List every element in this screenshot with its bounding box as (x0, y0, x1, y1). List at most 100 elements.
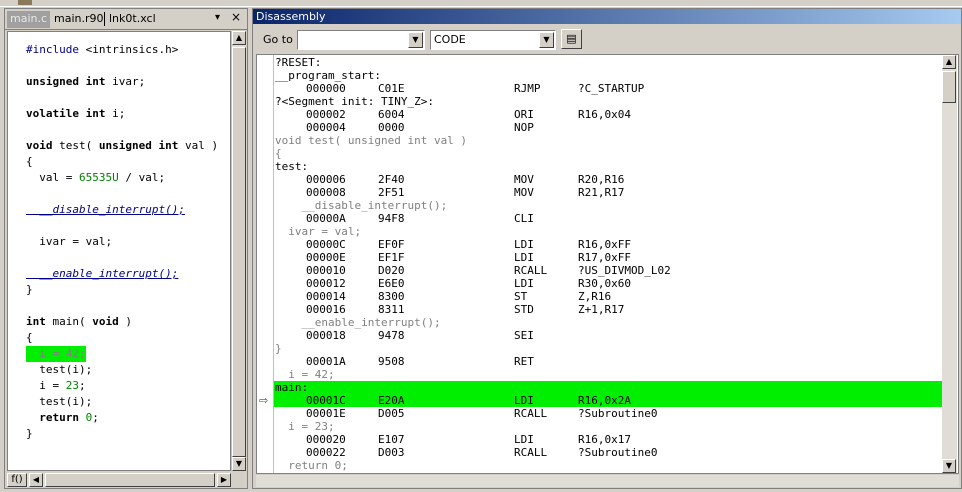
opcode-hex: EF1F (378, 251, 405, 264)
code-line: } (26, 427, 33, 440)
address: 00001A (306, 355, 346, 368)
label-line[interactable]: __program_start: (274, 69, 942, 82)
hscroll-thumb[interactable] (45, 473, 215, 487)
mnemonic: RET (514, 355, 534, 368)
code-line: unsigned int ivar; (26, 75, 146, 88)
instruction-row[interactable]: 000022 D003 RCALL ?Subroutine0 (274, 446, 942, 459)
mnemonic: SEI (514, 329, 534, 342)
instruction-row[interactable]: 000006 2F40 MOV R20,R16 (274, 173, 942, 186)
operands: ?C_STARTUP (578, 82, 645, 95)
instruction-row[interactable]: 000012 E6E0 LDI R30,0x60 (274, 277, 942, 290)
opcode-hex: D003 (378, 446, 405, 459)
disassembly-horizontal-scrollbar[interactable] (256, 475, 959, 487)
memory-zone-value: CODE (434, 33, 466, 46)
operands: Z,R16 (578, 290, 612, 303)
breakpoint-gutter[interactable] (257, 55, 274, 473)
top-toolbar-strip (0, 0, 962, 7)
source-line[interactable]: void test( unsigned int val ) (274, 134, 942, 147)
mnemonic: RCALL (514, 407, 548, 420)
chevron-down-icon[interactable]: ▼ (408, 32, 423, 48)
memory-zone-select[interactable]: CODE ▼ (430, 30, 556, 50)
mnemonic: RCALL (514, 446, 548, 459)
source-text: { (275, 147, 282, 160)
editor-horizontal-scrollbar[interactable]: f() ◀ ▶ (7, 473, 231, 487)
scroll-thumb[interactable] (942, 71, 956, 103)
source-text: return 0; (275, 459, 348, 472)
source-line[interactable]: ivar = val; (274, 225, 942, 238)
code-line: } (26, 283, 33, 296)
opcode-hex: 6004 (378, 108, 405, 121)
chevron-down-icon[interactable]: ▼ (539, 32, 554, 48)
close-icon[interactable]: × (231, 10, 241, 24)
address: 000008 (306, 186, 346, 199)
disassembly-listing[interactable]: ?RESET: __program_start: 000000 C01E RJMP ?C_… (256, 54, 959, 474)
document-icon[interactable]: ▤ (561, 29, 582, 49)
mnemonic: NOP (514, 121, 534, 134)
instruction-row[interactable]: 000002 6004 ORI R16,0x04 (274, 108, 942, 121)
toolbar-icon[interactable] (18, 0, 32, 5)
label-line[interactable]: ?<Segment init: TINY_Z>: (274, 95, 942, 108)
code-line: volatile int i; (26, 107, 126, 120)
label-line[interactable]: ?RESET: (274, 56, 942, 69)
scroll-right-icon[interactable]: ▶ (217, 473, 231, 487)
scroll-thumb[interactable] (232, 47, 246, 457)
label-text: __program_start: (275, 69, 381, 82)
label-text: test: (275, 160, 309, 173)
instruction-row[interactable]: 000010 D020 RCALL ?US_DIVMOD_L02 (274, 264, 942, 277)
code-line: { (26, 155, 33, 168)
tab-main-r90[interactable]: main.r90 (51, 11, 107, 28)
tab-separator (104, 12, 105, 26)
instruction-row[interactable]: 00001C E20A LDI R16,0x2A (274, 394, 942, 407)
instruction-row[interactable]: 000014 8300 ST Z,R16 (274, 290, 942, 303)
tab-main-c[interactable]: main.c (7, 11, 51, 28)
scroll-left-icon[interactable]: ◀ (29, 473, 43, 487)
instruction-row[interactable]: 000020 E107 LDI R16,0x17 (274, 433, 942, 446)
source-line[interactable]: i = 42; (274, 368, 942, 381)
scroll-up-icon[interactable]: ▲ (232, 31, 246, 45)
operands: R16,0x17 (578, 433, 631, 446)
label-line[interactable]: test: (274, 160, 942, 173)
address: 000006 (306, 173, 346, 186)
instruction-row[interactable]: 00000E EF1F LDI R17,0xFF (274, 251, 942, 264)
function-list-button[interactable]: f() (7, 473, 27, 487)
editor-vertical-scrollbar[interactable]: ▲ ▼ (231, 31, 246, 471)
operands: R21,R17 (578, 186, 625, 199)
address: 000020 (306, 433, 346, 446)
address: 000022 (306, 446, 346, 459)
mnemonic: LDI (514, 394, 534, 407)
source-line[interactable]: __enable_interrupt(); (274, 316, 942, 329)
source-line[interactable]: __disable_interrupt(); (274, 199, 942, 212)
source-line[interactable]: i = 23; (274, 420, 942, 433)
label-text: ?RESET: (275, 56, 322, 69)
tab-menu-icon[interactable]: ▾ (215, 12, 220, 23)
opcode-hex: E20A (378, 394, 405, 407)
disassembly-vertical-scrollbar[interactable]: ▲ ▼ (942, 55, 957, 473)
label-line[interactable]: main: (274, 381, 942, 394)
scroll-up-icon[interactable]: ▲ (942, 55, 956, 69)
source-text: void test( unsigned int val ) (275, 134, 468, 147)
operands: R20,R16 (578, 173, 625, 186)
instruction-row[interactable]: 000004 0000 NOP (274, 121, 942, 134)
source-editor[interactable]: #include <intrinsics.h> unsigned int ivar… (7, 31, 231, 471)
instruction-row[interactable]: 000018 9478 SEI (274, 329, 942, 342)
mnemonic: LDI (514, 277, 534, 290)
instruction-row[interactable]: 00001A 9508 RET (274, 355, 942, 368)
instruction-row[interactable]: 000008 2F51 MOV R21,R17 (274, 186, 942, 199)
scroll-down-icon[interactable]: ▼ (232, 457, 246, 471)
instruction-row[interactable]: 00001E D005 RCALL ?Subroutine0 (274, 407, 942, 420)
instruction-row[interactable]: 000000 C01E RJMP ?C_STARTUP (274, 82, 942, 95)
source-line[interactable]: { (274, 147, 942, 160)
scroll-down-icon[interactable]: ▼ (942, 459, 956, 473)
instruction-row[interactable]: 000016 8311 STD Z+1,R17 (274, 303, 942, 316)
opcode-hex: 0000 (378, 121, 405, 134)
operands: R17,0xFF (578, 251, 631, 264)
code-line: __enable_interrupt(); (26, 267, 179, 280)
source-line[interactable]: } (274, 342, 942, 355)
tab-lnk0t-xcl[interactable]: lnk0t.xcl (106, 11, 159, 28)
instruction-row[interactable]: 00000A 94F8 CLI (274, 212, 942, 225)
source-line[interactable]: return 0; (274, 459, 942, 472)
goto-input[interactable]: ▼ (297, 30, 425, 50)
instruction-row[interactable]: 00000C EF0F LDI R16,0xFF (274, 238, 942, 251)
code-line: __disable_interrupt(); (26, 203, 185, 216)
address: 000012 (306, 277, 346, 290)
